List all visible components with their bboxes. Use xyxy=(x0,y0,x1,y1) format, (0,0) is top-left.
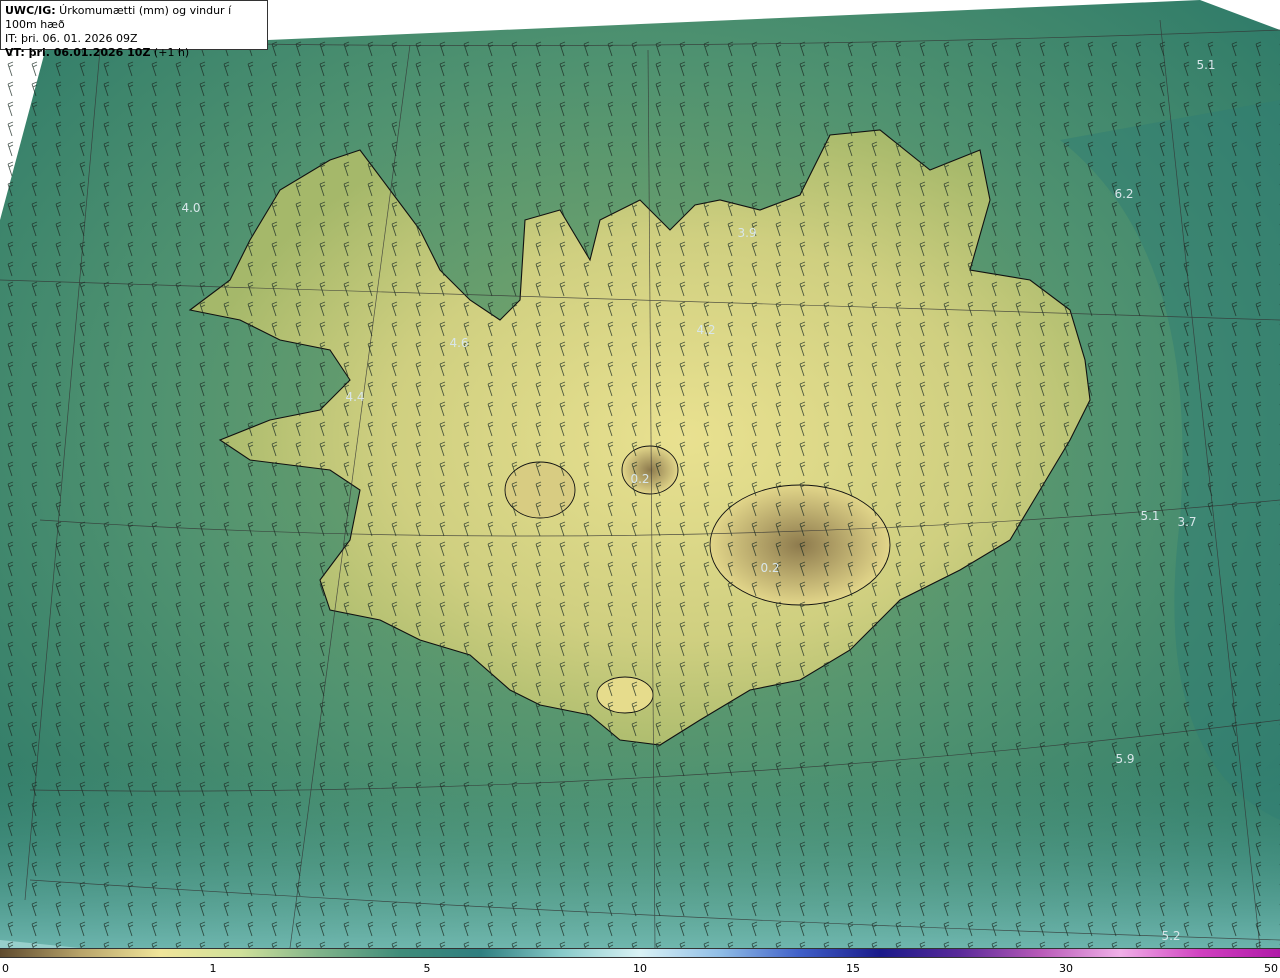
colorbar-tick: 30 xyxy=(1059,962,1073,975)
value-label: 0.2 xyxy=(630,472,650,486)
value-label: 0.2 xyxy=(760,561,780,575)
colorbar-tick: 15 xyxy=(846,962,860,975)
value-label: 4.4 xyxy=(345,390,365,404)
map-title-box: UWC/IG: Úrkomumætti (mm) og vindur í 100… xyxy=(0,0,268,59)
colorbar-tick: 0 xyxy=(2,962,9,975)
value-label: 4.2 xyxy=(696,323,716,337)
colorbar-tick: 5 xyxy=(423,962,431,975)
colorbar-tick: 10 xyxy=(633,962,647,975)
value-label: 4.6 xyxy=(449,336,469,350)
colorbar-tick: 1 xyxy=(209,962,217,975)
value-label: 5.1 xyxy=(1196,58,1216,72)
value-label: 3.9 xyxy=(737,226,757,240)
precipitation-colorbar xyxy=(0,948,1280,958)
initial-time: IT: þri. 06. 01. 2026 09Z xyxy=(5,32,138,45)
value-label: 5.1 xyxy=(1140,509,1160,523)
colorbar-tick: 50 xyxy=(1264,962,1278,975)
valid-time: VT: þri. 06.01.2026 10Z xyxy=(5,46,151,59)
lead-time: (+1 h) xyxy=(150,46,190,59)
value-label: 4.0 xyxy=(181,201,201,215)
value-label: 5.9 xyxy=(1115,752,1135,766)
value-label: 5.2 xyxy=(1161,929,1181,943)
model-code: UWC/IG: xyxy=(5,4,56,17)
value-label: 6.2 xyxy=(1114,187,1134,201)
forecast-map[interactable]: UWC/IG: Úrkomumætti (mm) og vindur í 100… xyxy=(0,0,1280,948)
value-label: 3.7 xyxy=(1177,515,1197,529)
